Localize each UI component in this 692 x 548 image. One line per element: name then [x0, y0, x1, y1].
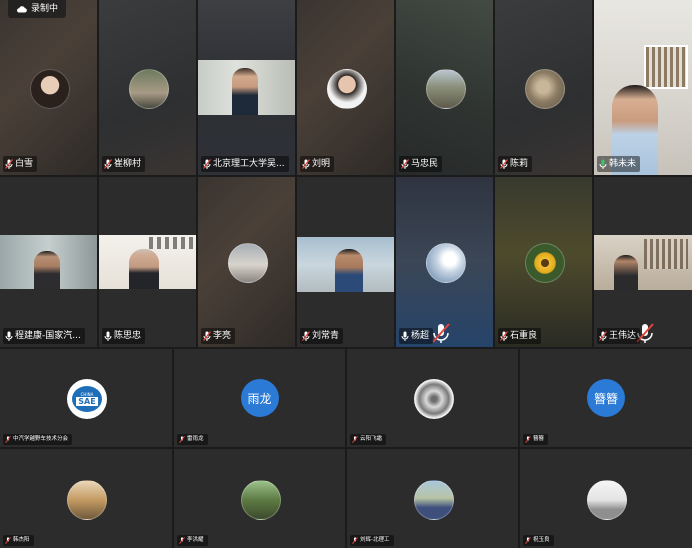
participant-name-label: 中汽学越野车技术分会 — [3, 434, 73, 445]
participant-name-label: 云阳飞霜 — [350, 434, 387, 445]
participant-avatar — [524, 68, 565, 109]
participant-tile-active-speaker[interactable]: 韩未未 — [594, 0, 692, 175]
participant-name-label: 李洪耀 — [177, 535, 208, 546]
participant-video — [0, 235, 97, 289]
participant-name-label: 刘明 — [300, 156, 335, 172]
cloud-icon — [16, 6, 27, 13]
microphone-muted-icon — [5, 537, 11, 544]
microphone-muted-icon — [179, 537, 185, 544]
participant-avatar — [29, 68, 70, 109]
participant-avatar — [227, 243, 268, 283]
participant-tile[interactable]: 程建康-国家汽... — [0, 177, 97, 347]
participant-tile[interactable]: 李亮 — [198, 177, 295, 347]
participant-video — [594, 235, 692, 290]
participant-avatar — [240, 479, 281, 520]
microphone-muted-icon — [104, 159, 112, 169]
participant-tile[interactable]: 王伟达 — [594, 177, 692, 347]
bookshelf-background — [644, 45, 688, 89]
microphone-muted-icon — [401, 159, 409, 169]
participant-avatar — [425, 68, 466, 109]
participant-tile[interactable]: 刘明 — [297, 0, 394, 175]
calligraphy-background — [149, 237, 193, 249]
participant-tile[interactable]: CHINA SAE 中汽学越野车技术分会 — [0, 349, 172, 447]
sae-logo-text: SAE — [76, 397, 98, 406]
participant-avatar: 簪簪 — [587, 379, 625, 417]
participant-name-label: 刘常青 — [300, 328, 344, 344]
participant-tile[interactable]: 刘常青 — [297, 177, 394, 347]
participant-avatar — [413, 379, 454, 419]
participant-tile[interactable]: 韩杰阳 — [0, 449, 172, 548]
microphone-muted-icon — [500, 159, 508, 169]
participant-name-label: 雷雨龙 — [177, 434, 208, 445]
participant-tile[interactable]: 簪簪 簪簪 — [520, 349, 692, 447]
bookshelf-background — [644, 239, 688, 269]
participant-name-label: 簪簪 — [523, 434, 549, 445]
microphone-icon — [5, 331, 13, 341]
participant-video — [198, 60, 295, 115]
participant-video — [297, 237, 394, 292]
participant-name-label: 韩杰阳 — [3, 535, 34, 546]
recording-indicator: 录制中 — [8, 0, 67, 18]
microphone-muted-icon — [352, 436, 358, 443]
participant-avatar — [524, 243, 565, 283]
participant-name-label: 韩未未 — [597, 156, 641, 172]
participant-name-label: 刘辉-北理工 — [350, 535, 394, 546]
participant-tile[interactable]: 云阳飞霜 — [347, 349, 518, 447]
microphone-icon — [104, 331, 112, 341]
participant-name-label: 杨超 — [399, 328, 434, 344]
participant-avatar — [67, 479, 107, 520]
microphone-icon — [401, 331, 409, 341]
participant-name-label: 北京理工大学吴... — [201, 156, 289, 172]
microphone-muted-icon — [500, 331, 508, 341]
participant-tile[interactable]: 祝玉良 — [520, 449, 692, 548]
microphone-muted-icon — [525, 436, 531, 443]
microphone-muted-icon — [432, 323, 450, 343]
participant-name-label: 程建康-国家汽... — [3, 328, 85, 344]
participant-avatar: 雨龙 — [240, 379, 279, 417]
participant-tile[interactable]: 刘辉-北理工 — [347, 449, 518, 548]
participant-tile[interactable]: 北京理工大学吴... — [198, 0, 295, 175]
participant-avatar — [425, 243, 466, 283]
participant-avatar — [326, 68, 367, 109]
participant-tile[interactable]: 杨超 — [396, 177, 493, 347]
microphone-muted-icon — [352, 537, 358, 544]
microphone-muted-icon — [525, 537, 531, 544]
participant-tile[interactable]: 陈思忠 — [99, 177, 196, 347]
microphone-muted-icon — [302, 159, 310, 169]
microphone-muted-icon — [179, 436, 185, 443]
microphone-muted-icon — [203, 331, 211, 341]
microphone-muted-icon — [302, 331, 310, 341]
participant-tile[interactable]: 雨龙 雷雨龙 — [174, 349, 345, 447]
participant-name-label: 崔柳村 — [102, 156, 146, 172]
microphone-muted-icon — [599, 331, 607, 341]
participant-name-label: 王伟达 — [597, 328, 641, 344]
participant-avatar — [413, 479, 454, 520]
participant-avatar — [587, 479, 627, 520]
participant-tile[interactable]: 录制中 白雪 — [0, 0, 97, 175]
participant-name-label: 陈思忠 — [102, 328, 146, 344]
participant-avatar — [128, 68, 169, 109]
participant-name-label: 李亮 — [201, 328, 236, 344]
participant-name-label: 石重良 — [498, 328, 542, 344]
recording-label: 录制中 — [31, 4, 59, 14]
participant-tile[interactable]: 石重良 — [495, 177, 592, 347]
microphone-muted-icon — [5, 159, 13, 169]
participant-tile[interactable]: 崔柳村 — [99, 0, 196, 175]
participant-video — [99, 235, 196, 289]
microphone-active-icon — [599, 159, 607, 169]
participant-name-label: 陈莉 — [498, 156, 533, 172]
participant-avatar: CHINA SAE — [67, 379, 107, 419]
microphone-muted-icon — [203, 159, 211, 169]
participant-tile[interactable]: 马忠民 — [396, 0, 493, 175]
participant-tile[interactable]: 陈莉 — [495, 0, 592, 175]
participant-name-label: 马忠民 — [399, 156, 443, 172]
microphone-muted-icon — [5, 436, 11, 443]
participant-name-label: 祝玉良 — [523, 535, 554, 546]
participant-name-label: 白雪 — [3, 156, 38, 172]
participant-tile[interactable]: 李洪耀 — [174, 449, 345, 548]
